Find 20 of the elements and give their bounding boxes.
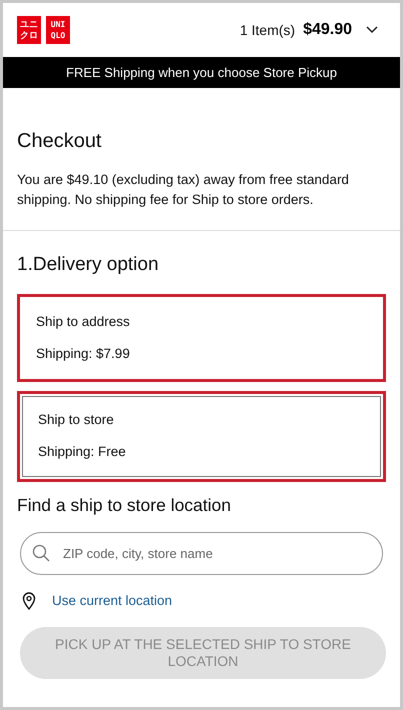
cart-total: $49.90 <box>303 20 352 40</box>
promo-banner: FREE Shipping when you choose Store Pickup <box>3 57 400 88</box>
option-label: Ship to store <box>38 411 115 429</box>
search-field[interactable]: ZIP code, city, store name <box>20 532 383 575</box>
section-title: Find a ship to store location <box>17 494 232 517</box>
page-title: Checkout <box>17 129 102 154</box>
option-shipping: Shipping: $7.99 <box>36 344 131 363</box>
section-title: 1.Delivery option <box>17 253 160 277</box>
search-icon <box>32 544 50 562</box>
location-pin-icon <box>22 592 36 610</box>
chevron-down-icon[interactable] <box>366 26 378 34</box>
option-shipping: Shipping: Free <box>38 443 127 462</box>
logo-tile: UNI QLO <box>46 16 70 44</box>
item-count: 1 Item(s) <box>240 20 296 40</box>
logo-tile: ユニ クロ <box>17 16 41 44</box>
current-location-link[interactable]: Use current location <box>52 590 172 611</box>
delivery-option[interactable]: Ship to address Shipping: $7.99 <box>17 294 386 382</box>
option-label: Ship to address <box>36 312 131 331</box>
shipping-message: You are $49.10 (excluding tax) away from free standard shipping. No shipping fee for Ship to store orders. <box>17 171 350 209</box>
delivery-option[interactable]: Ship to store Shipping: Free <box>17 391 386 482</box>
